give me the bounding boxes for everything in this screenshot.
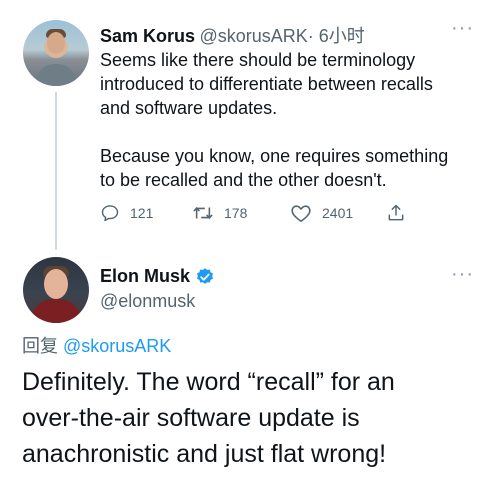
tweet-timestamp[interactable]: · 6小时 — [308, 26, 365, 46]
more-icon[interactable]: ··· — [451, 263, 474, 286]
share-icon — [388, 204, 404, 221]
reply-icon — [101, 205, 119, 222]
reply-button[interactable]: 121 — [100, 203, 153, 223]
reply-label: 回复 — [22, 336, 58, 356]
avatar[interactable] — [23, 20, 89, 86]
share-button[interactable] — [386, 203, 416, 223]
author-name[interactable]: Sam Korus — [100, 26, 195, 46]
reply-count: 121 — [130, 205, 154, 221]
replying-to: 回复 @skorusARK — [22, 332, 171, 358]
author-name[interactable]: Elon Musk — [100, 266, 190, 287]
reply-to-handle-link[interactable]: @skorusARK — [63, 336, 171, 356]
tweet-text-line: introduced to differentiate between reca… — [100, 74, 433, 94]
tweet-text: Definitely. The word “recall” for an ove… — [22, 364, 492, 472]
tweet-text-line: and software updates. — [100, 98, 278, 118]
author-handle[interactable]: @elonmusk — [100, 291, 195, 312]
author-handle[interactable]: @skorusARK — [199, 26, 307, 46]
tweet-text-line: Definitely. The word “recall” for an — [22, 368, 395, 396]
tweet-text-line: Because you know, one requires something — [100, 146, 449, 166]
more-icon[interactable]: ··· — [451, 17, 474, 40]
thread-connector-line — [55, 92, 57, 250]
tweet-header: Sam Korus @skorusARK· 6小时 — [100, 22, 365, 48]
tweet-text-line: Seems like there should be terminology — [100, 50, 416, 70]
heart-icon — [291, 205, 311, 222]
tweet-text: Seems like there should be terminology i… — [100, 48, 490, 192]
tweet-author: Elon Musk — [100, 266, 215, 287]
retweet-button[interactable]: 178 — [192, 203, 247, 223]
like-count: 2401 — [322, 205, 354, 221]
tweet-text-line: anachronistic and just flat wrong! — [22, 440, 387, 468]
tweet-text-line: to be recalled and the other doesn't. — [100, 170, 387, 190]
retweet-count: 178 — [224, 205, 248, 221]
retweet-icon — [193, 207, 213, 219]
like-button[interactable]: 2401 — [290, 203, 353, 223]
avatar[interactable] — [23, 257, 89, 323]
tweet-text-line: over-the-air software update is — [22, 404, 360, 432]
verified-badge-icon — [197, 267, 214, 284]
